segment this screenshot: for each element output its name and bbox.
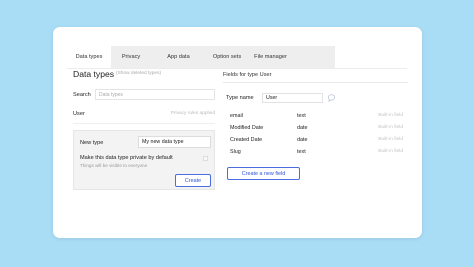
data-types-title: Data types (73, 69, 115, 79)
field-name: Modified Date (230, 125, 264, 131)
field-type: date (297, 125, 308, 131)
data-panel-card: Data types Privacy App data Option sets … (53, 27, 422, 238)
private-default-note: Things will be visible to everyone (80, 163, 148, 168)
type-name-label: Type name (226, 95, 254, 101)
new-type-input[interactable] (138, 136, 211, 148)
field-type: date (297, 137, 308, 143)
fields-title: Fields for type User (223, 72, 272, 78)
create-type-button[interactable]: Create (175, 174, 211, 187)
search-input[interactable] (95, 89, 215, 100)
field-name: Created Date (230, 137, 263, 143)
tab-bar: Data types Privacy App data Option sets … (67, 46, 335, 68)
tab-data-types[interactable]: Data types (67, 46, 111, 68)
field-type: text (297, 149, 306, 155)
tab-privacy[interactable]: Privacy (111, 46, 151, 68)
built-in-field-note: Built-in field (378, 149, 403, 154)
built-in-field-note: Built-in field (378, 113, 403, 118)
chat-bubble-icon[interactable] (327, 93, 336, 102)
left-divider (73, 123, 215, 124)
new-type-label: New type (80, 140, 104, 146)
built-in-field-note: Built-in field (378, 125, 403, 130)
field-row-email[interactable]: email text Built-in field (230, 113, 408, 125)
field-row-created-date[interactable]: Created Date date Built-in field (230, 137, 408, 149)
search-label: Search (73, 92, 91, 98)
show-deleted-types-link[interactable]: (Show deleted types) (116, 71, 161, 76)
tab-file-manager[interactable]: File manager (248, 46, 293, 68)
data-type-row-user[interactable]: User Privacy rules applied (73, 108, 215, 120)
field-type: text (297, 113, 306, 119)
tab-option-sets[interactable]: Option sets (206, 46, 248, 68)
tab-divider (67, 68, 407, 69)
new-type-panel: New type Make this data type private by … (73, 130, 215, 190)
field-name: email (230, 113, 243, 119)
private-default-label: Make this data type private by default (80, 155, 173, 161)
create-new-field-button[interactable]: Create a new field (227, 167, 300, 180)
right-divider (223, 82, 408, 83)
field-row-modified-date[interactable]: Modified Date date Built-in field (230, 125, 408, 137)
field-row-slug[interactable]: Slug text Built-in field (230, 149, 408, 161)
type-name-input[interactable] (262, 93, 323, 103)
built-in-field-note: Built-in field (378, 137, 403, 142)
privacy-rules-note: Privacy rules applied (170, 111, 215, 116)
private-default-checkbox[interactable] (203, 156, 208, 161)
field-name: Slug (230, 149, 241, 155)
tab-app-data[interactable]: App data (151, 46, 206, 68)
data-type-name: User (73, 111, 85, 117)
